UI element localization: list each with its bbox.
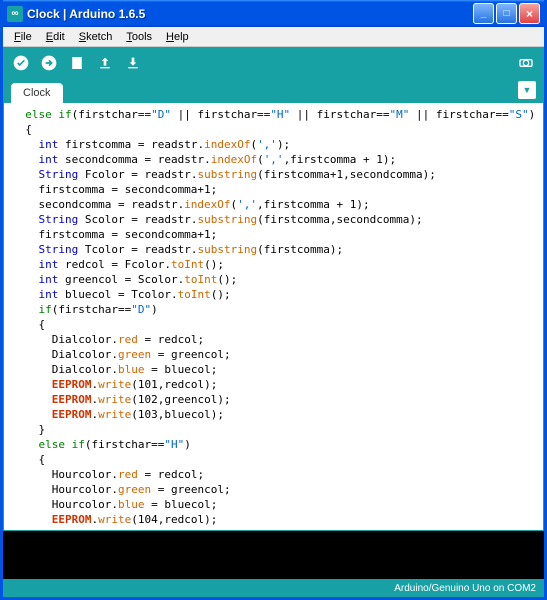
open-button[interactable] xyxy=(93,51,117,75)
code-editor[interactable]: else if(firstchar=="D" || firstchar=="H"… xyxy=(4,103,543,530)
upload-icon xyxy=(97,55,113,71)
close-button[interactable]: × xyxy=(519,3,540,24)
save-button[interactable] xyxy=(121,51,145,75)
serial-monitor-button[interactable] xyxy=(514,51,538,75)
titlebar[interactable]: ∞ Clock | Arduino 1.6.5 _ □ × xyxy=(3,0,544,27)
new-file-icon xyxy=(69,55,85,71)
menu-file[interactable]: File xyxy=(7,29,39,45)
serial-icon xyxy=(518,55,534,71)
tab-clock[interactable]: Clock xyxy=(11,83,63,103)
tab-menu-button[interactable]: ▼ xyxy=(518,81,536,99)
window-title: Clock | Arduino 1.6.5 xyxy=(27,7,473,21)
download-icon xyxy=(125,55,141,71)
console[interactable] xyxy=(3,531,544,579)
menu-sketch[interactable]: Sketch xyxy=(72,29,120,45)
check-icon xyxy=(13,55,29,71)
tabbar: Clock ▼ xyxy=(3,79,544,103)
verify-button[interactable] xyxy=(9,51,33,75)
minimize-button[interactable]: _ xyxy=(473,3,494,24)
menubar: File Edit Sketch Tools Help xyxy=(3,27,544,47)
menu-tools[interactable]: Tools xyxy=(119,29,159,45)
arrow-right-icon xyxy=(41,55,57,71)
upload-button[interactable] xyxy=(37,51,61,75)
board-port-label: Arduino/Genuino Uno on COM2 xyxy=(394,583,536,594)
editor-area: else if(firstchar=="D" || firstchar=="H"… xyxy=(3,103,544,531)
maximize-button[interactable]: □ xyxy=(496,3,517,24)
toolbar xyxy=(3,47,544,79)
new-button[interactable] xyxy=(65,51,89,75)
app-icon: ∞ xyxy=(7,6,23,22)
menu-edit[interactable]: Edit xyxy=(39,29,72,45)
statusbar: Arduino/Genuino Uno on COM2 xyxy=(3,579,544,597)
menu-help[interactable]: Help xyxy=(159,29,196,45)
